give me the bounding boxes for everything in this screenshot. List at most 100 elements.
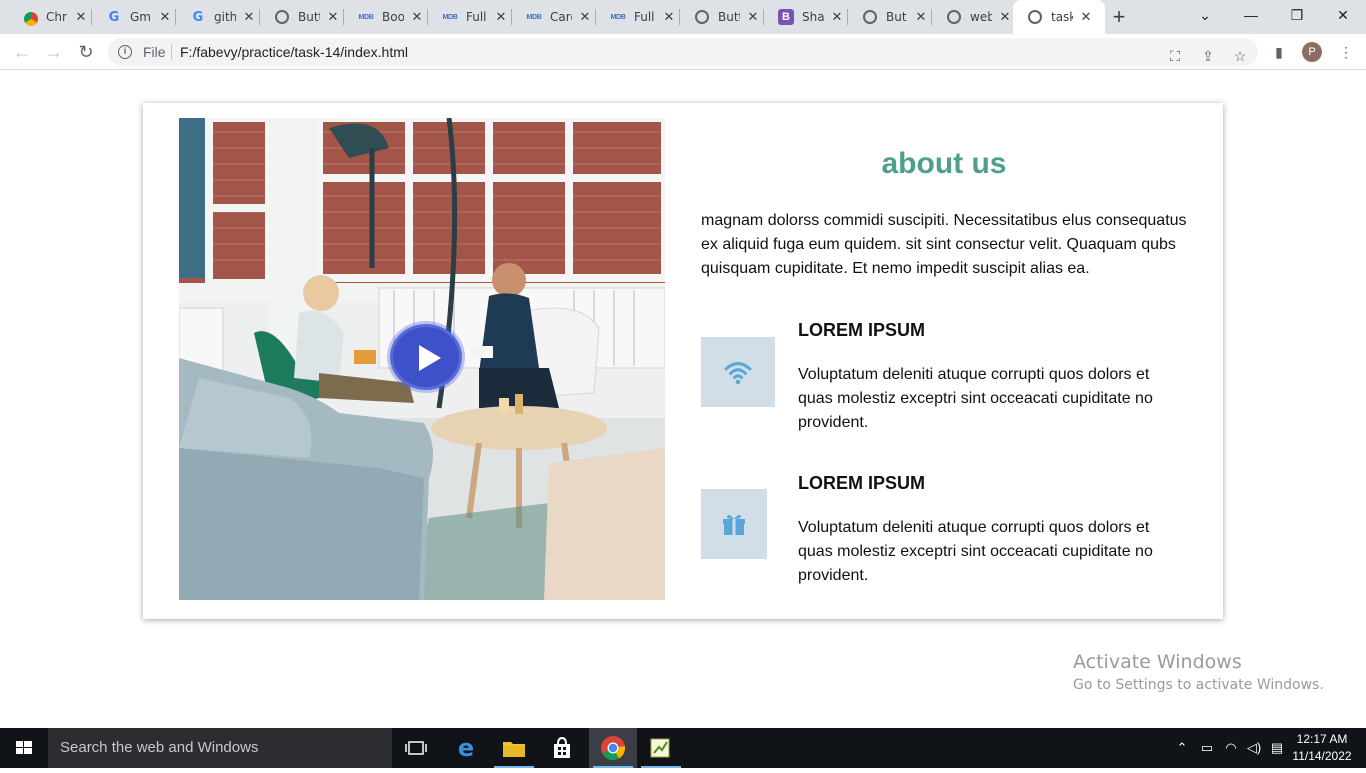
google-icon: G <box>108 9 120 25</box>
close-icon[interactable]: ✕ <box>997 9 1013 25</box>
translate-icon[interactable]: ⛶ <box>1165 46 1185 66</box>
close-icon[interactable]: ✕ <box>913 9 929 25</box>
store-icon[interactable] <box>538 728 586 768</box>
clock-time: 12:17 AM <box>1296 732 1348 746</box>
volume-icon[interactable]: ◁) <box>1243 728 1265 768</box>
close-icon[interactable]: ✕ <box>829 9 845 25</box>
globe-icon <box>1028 10 1042 24</box>
globe-icon <box>695 10 709 24</box>
back-arrow-icon[interactable]: ← <box>10 40 34 64</box>
chrome-taskbar-icon[interactable] <box>589 728 637 768</box>
play-icon <box>419 345 441 371</box>
windows-logo-icon <box>16 741 32 754</box>
tray-chevron-icon[interactable]: ⌃ <box>1172 728 1192 768</box>
mdb-icon: MDB <box>442 13 458 21</box>
reload-icon[interactable]: ↻ <box>74 40 98 64</box>
task-view-icon[interactable] <box>392 728 440 768</box>
clock-date: 11/14/2022 <box>1292 749 1352 763</box>
tab-search-chevron-icon[interactable]: ⌄ <box>1182 0 1228 30</box>
app-icon[interactable] <box>637 728 685 768</box>
tab-bootstrap-shadow[interactable]: B Sha ✕ <box>764 0 848 34</box>
gift-icon <box>723 514 745 535</box>
tab-title: Full <box>634 10 655 24</box>
tab-mdb-bootstrap[interactable]: MDB Boo ✕ <box>344 0 428 34</box>
mdb-icon: MDB <box>610 13 626 21</box>
menu-kebab-icon[interactable]: ⋮ <box>1336 42 1356 62</box>
tab-web[interactable]: web ✕ <box>932 0 1016 34</box>
forward-arrow-icon[interactable]: → <box>42 40 66 64</box>
close-icon[interactable]: ✕ <box>577 9 593 25</box>
play-video-button[interactable] <box>390 324 462 390</box>
feature-icon-box-2 <box>701 489 767 559</box>
page-title: about us <box>881 147 1007 180</box>
tab-title: Boo <box>382 10 404 24</box>
close-icon[interactable]: ✕ <box>745 9 761 25</box>
tab-buttons[interactable]: Butt ✕ <box>260 0 344 34</box>
tab-title: Butt <box>298 10 320 24</box>
tab-title: Sha <box>802 10 824 24</box>
close-icon[interactable]: ✕ <box>157 9 173 25</box>
new-tab-button[interactable]: + <box>1108 6 1130 28</box>
close-icon[interactable]: ✕ <box>493 9 509 25</box>
tab-title: Butt <box>718 10 740 24</box>
close-icon[interactable]: ✕ <box>73 9 89 25</box>
action-center-icon[interactable]: ▤ <box>1266 728 1288 768</box>
tab-title: Full <box>466 10 487 24</box>
close-icon[interactable]: ✕ <box>241 9 257 25</box>
feature-title-2: LOREM IPSUM <box>798 473 926 493</box>
tab-chrome[interactable]: Chr ✕ <box>8 0 92 34</box>
intro-paragraph: magnam dolorss commidi suscipiti. Necess… <box>701 212 1187 277</box>
share-icon[interactable]: ⇪ <box>1198 46 1218 66</box>
file-explorer-icon[interactable] <box>490 728 538 768</box>
about-card: about us magnam dolorss commidi suscipit… <box>143 103 1223 619</box>
battery-icon[interactable]: ▭ <box>1196 728 1218 768</box>
url-text[interactable]: F:/fabevy/practice/task-14/index.html <box>180 44 408 60</box>
side-panel-icon[interactable]: ▮ <box>1269 42 1289 62</box>
start-button[interactable] <box>0 728 48 768</box>
tab-mdb-full-2[interactable]: MDB Full ✕ <box>596 0 680 34</box>
taskbar-search-box[interactable]: Search the web and Windows <box>48 728 392 768</box>
tab-github[interactable]: G gith ✕ <box>176 0 260 34</box>
browser-toolbar: ← → ↻ i File F:/fabevy/practice/task-14/… <box>0 34 1366 70</box>
profile-avatar[interactable]: P <box>1302 42 1322 62</box>
page-viewport: about us magnam dolorss commidi suscipit… <box>0 71 1366 728</box>
wifi-icon <box>724 362 752 385</box>
mdb-icon: MDB <box>526 13 542 21</box>
tab-buttons-3[interactable]: But ✕ <box>848 0 932 34</box>
feature-text-1: Voluptatum deleniti atuque corrupti quos… <box>798 366 1153 431</box>
close-icon[interactable]: ✕ <box>409 9 425 25</box>
tab-title: Card <box>550 10 572 24</box>
restore-button[interactable]: ❐ <box>1274 0 1320 30</box>
chrome-icon <box>24 12 38 26</box>
address-bar[interactable]: i File F:/fabevy/practice/task-14/index.… <box>108 38 1258 66</box>
globe-icon <box>275 10 289 24</box>
tab-gmail[interactable]: G Gm ✕ <box>92 0 176 34</box>
tab-mdb-cards[interactable]: MDB Card ✕ <box>512 0 596 34</box>
taskbar-clock[interactable]: 12:17 AM 11/14/2022 <box>1290 731 1354 765</box>
minimize-button[interactable]: — <box>1228 0 1274 30</box>
close-icon[interactable]: ✕ <box>661 9 677 25</box>
google-icon: G <box>192 9 204 25</box>
windows-taskbar: Search the web and Windows e ⌃ ▭ ◠ ◁) ▤ … <box>0 728 1366 768</box>
network-icon[interactable]: ◠ <box>1220 728 1242 768</box>
bootstrap-icon: B <box>778 9 794 25</box>
scheme-label: File <box>143 44 166 60</box>
close-window-button[interactable]: ✕ <box>1320 0 1366 30</box>
feature-text-2: Voluptatum deleniti atuque corrupti quos… <box>798 519 1153 584</box>
activate-windows-subtitle: Go to Settings to activate Windows. <box>1073 677 1324 693</box>
globe-icon <box>947 10 961 24</box>
tab-buttons-2[interactable]: Butt ✕ <box>680 0 764 34</box>
close-icon[interactable]: ✕ <box>1078 9 1094 25</box>
globe-icon <box>863 10 877 24</box>
edge-icon[interactable]: e <box>442 728 490 768</box>
feature-title-1: LOREM IPSUM <box>798 320 926 340</box>
tab-mdb-full[interactable]: MDB Full ✕ <box>428 0 512 34</box>
info-icon[interactable]: i <box>118 45 132 59</box>
tab-title: task <box>1051 10 1073 24</box>
tab-task-active[interactable]: task ✕ <box>1013 0 1105 34</box>
bookmark-star-icon[interactable]: ☆ <box>1230 46 1250 66</box>
tab-title: Chr <box>46 10 67 24</box>
tab-strip: Chr ✕ G Gm ✕ G gith ✕ Butt ✕ MDB Boo ✕ M… <box>0 0 1366 34</box>
close-icon[interactable]: ✕ <box>325 9 341 25</box>
tab-title: Gm <box>130 10 151 24</box>
